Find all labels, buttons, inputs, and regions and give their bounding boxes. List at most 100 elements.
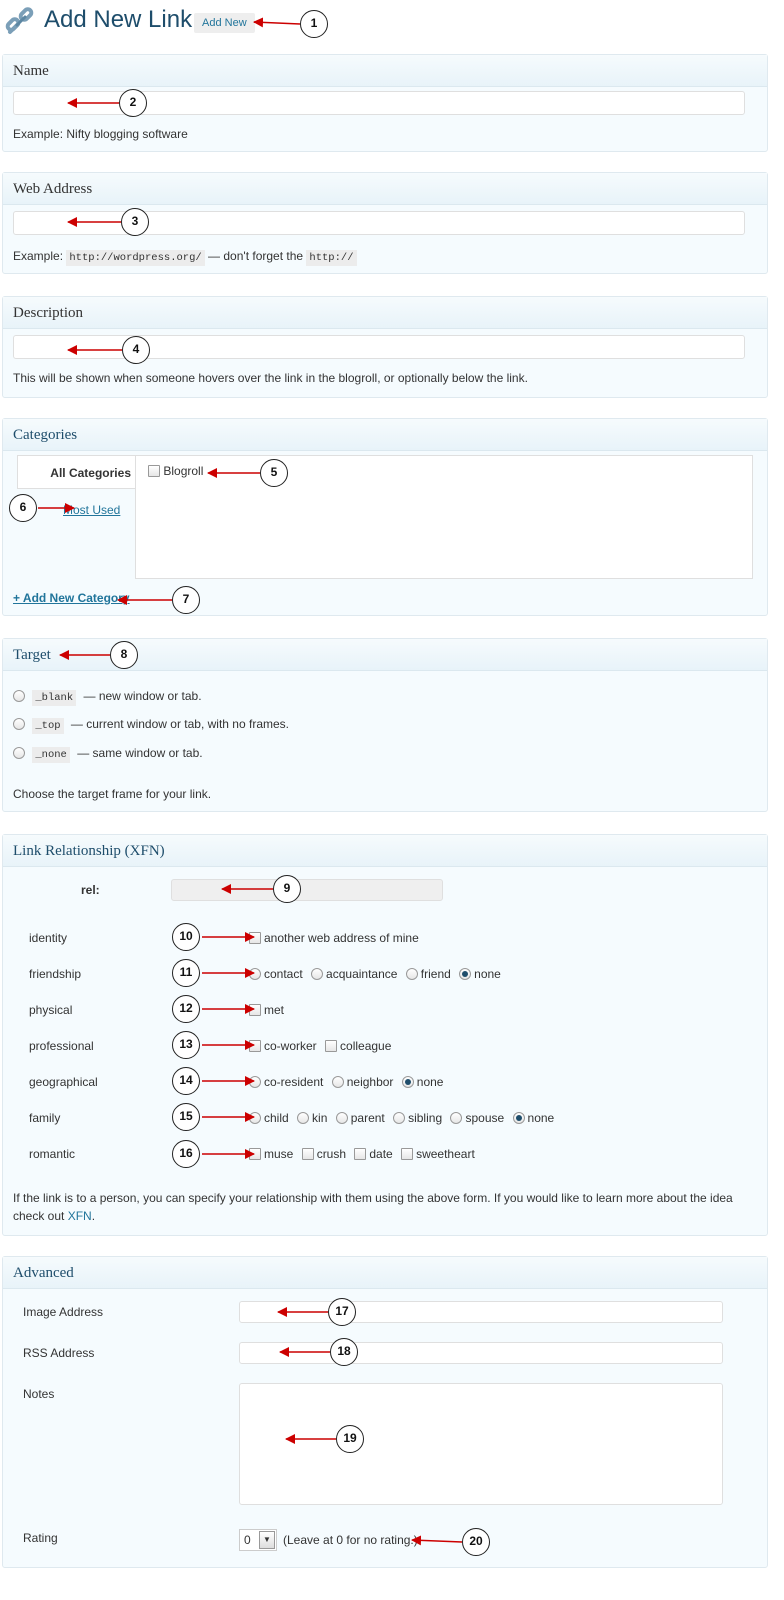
categories-box: Categories All Categories Most Used Blog… <box>2 418 768 616</box>
target-option-blank[interactable]: _blank — new window or tab. <box>13 689 206 706</box>
family-none-radio[interactable] <box>512 1112 525 1124</box>
advanced-box-title: Advanced <box>3 1257 767 1289</box>
blogroll-label: Blogroll <box>163 464 204 478</box>
callout-11: 11 <box>172 959 200 987</box>
blogroll-checkbox[interactable] <box>148 465 160 477</box>
list-item[interactable]: Blogroll <box>148 464 203 478</box>
romantic-muse-label: muse <box>264 1147 294 1161</box>
image-address-input[interactable] <box>239 1301 723 1323</box>
target-none-radio[interactable] <box>13 747 25 759</box>
xfn-label-friendship: friendship <box>29 967 82 981</box>
target-top-radio[interactable] <box>13 718 25 730</box>
romantic-crush-checkbox[interactable] <box>301 1148 314 1160</box>
links-icon <box>4 4 38 38</box>
web-address-box-title: Web Address <box>3 173 767 205</box>
name-box: Name Example: Nifty blogging software <box>2 54 768 152</box>
callout-12: 12 <box>172 995 200 1023</box>
professional-colleague-checkbox[interactable] <box>325 1040 338 1052</box>
romantic-date-checkbox[interactable] <box>354 1148 367 1160</box>
notes-textarea[interactable] <box>239 1383 723 1505</box>
callout-13: 13 <box>172 1031 200 1059</box>
professional-coworker-checkbox[interactable] <box>249 1040 261 1052</box>
target-help: Choose the target frame for your link. <box>13 787 212 801</box>
target-top-code: _top <box>32 718 64 734</box>
xfn-box: Link Relationship (XFN) rel: identity an… <box>2 834 768 1236</box>
xfn-label-geographical: geographical <box>29 1075 98 1089</box>
friendship-contact-radio[interactable] <box>249 968 261 980</box>
name-help: Example: Nifty blogging software <box>13 127 188 141</box>
geographical-none-label: none <box>416 1075 444 1089</box>
description-help: This will be shown when someone hovers o… <box>13 371 528 385</box>
chevron-down-icon[interactable]: ▼ <box>259 1531 275 1549</box>
target-top-label: — current window or tab, with no frames. <box>70 717 289 731</box>
callout-9: 9 <box>273 875 301 903</box>
romantic-sweetheart-label: sweetheart <box>416 1147 475 1161</box>
callout-17: 17 <box>328 1298 356 1326</box>
target-blank-label: — new window or tab. <box>83 689 202 703</box>
rating-label: Rating <box>23 1531 58 1545</box>
target-option-top[interactable]: _top — current window or tab, with no fr… <box>13 717 293 734</box>
web-address-example-code: http://wordpress.org/ <box>66 250 205 266</box>
identity-me-label: another web address of mine <box>264 931 419 945</box>
callout-18: 18 <box>330 1338 358 1366</box>
xfn-row-friendship: contact acquaintance friend none <box>249 967 506 981</box>
xfn-link[interactable]: XFN <box>68 1209 92 1223</box>
advanced-box: Advanced Image Address RSS Address Notes… <box>2 1256 768 1568</box>
rating-select[interactable]: 0 ▼ <box>239 1529 277 1551</box>
family-kin-radio[interactable] <box>297 1112 310 1124</box>
family-sibling-radio[interactable] <box>393 1112 406 1124</box>
notes-label: Notes <box>23 1387 55 1401</box>
tab-all-categories[interactable]: All Categories <box>17 455 141 489</box>
callout-8: 8 <box>110 641 138 669</box>
friendship-none-label: none <box>474 967 501 981</box>
professional-coworker-label: co-worker <box>264 1039 317 1053</box>
callout-19: 19 <box>336 1425 364 1453</box>
xfn-help-prefix: check out <box>13 1209 65 1223</box>
geographical-coresident-radio[interactable] <box>249 1076 261 1088</box>
rss-address-input[interactable] <box>239 1342 723 1364</box>
categories-box-title: Categories <box>3 419 767 451</box>
romantic-sweetheart-checkbox[interactable] <box>401 1148 414 1160</box>
web-address-help: Example: http://wordpress.org/ — don't f… <box>13 249 357 266</box>
family-sibling-label: sibling <box>408 1111 443 1125</box>
target-none-label: — same window or tab. <box>77 746 203 760</box>
romantic-crush-label: crush <box>316 1147 347 1161</box>
identity-me-checkbox[interactable] <box>249 932 261 944</box>
family-spouse-radio[interactable] <box>450 1112 463 1124</box>
friendship-contact-label: contact <box>264 967 303 981</box>
xfn-box-title: Link Relationship (XFN) <box>3 835 767 867</box>
image-address-label: Image Address <box>23 1305 104 1319</box>
geographical-none-radio[interactable] <box>401 1076 414 1088</box>
page-title: Add New Link <box>44 6 193 33</box>
target-blank-radio[interactable] <box>13 690 25 702</box>
target-option-none[interactable]: _none — same window or tab. <box>13 746 207 763</box>
callout-16: 16 <box>172 1140 200 1168</box>
callout-20: 20 <box>462 1528 490 1556</box>
xfn-label-family: family <box>29 1111 61 1125</box>
friendship-acquaintance-radio[interactable] <box>311 968 324 980</box>
callout-6: 6 <box>9 494 37 522</box>
geographical-neighbor-label: neighbor <box>346 1075 394 1089</box>
callout-5: 5 <box>260 459 288 487</box>
rel-input[interactable] <box>171 879 443 901</box>
friendship-none-radio[interactable] <box>459 968 472 980</box>
romantic-muse-checkbox[interactable] <box>249 1148 261 1160</box>
tab-most-used[interactable]: Most Used <box>63 503 120 517</box>
family-parent-label: parent <box>350 1111 385 1125</box>
add-new-button[interactable]: Add New <box>194 13 255 33</box>
web-address-help-prefix: Example: <box>13 249 64 263</box>
xfn-row-romantic: muse crush date sweetheart <box>249 1147 480 1161</box>
xfn-help-line2: check out XFN. <box>13 1209 95 1223</box>
geographical-neighbor-radio[interactable] <box>331 1076 344 1088</box>
add-new-category-link[interactable]: + Add New Category <box>13 591 130 605</box>
xfn-help-line1: If the link is to a person, you can spec… <box>13 1191 733 1205</box>
family-child-radio[interactable] <box>249 1112 261 1124</box>
family-parent-radio[interactable] <box>335 1112 348 1124</box>
web-address-protocol-code: http:// <box>306 250 357 266</box>
callout-1: 1 <box>300 10 328 38</box>
xfn-row-geographical: co-resident neighbor none <box>249 1075 448 1089</box>
callout-7: 7 <box>172 586 200 614</box>
physical-met-checkbox[interactable] <box>249 1004 261 1016</box>
family-child-label: child <box>264 1111 289 1125</box>
friendship-friend-radio[interactable] <box>405 968 418 980</box>
